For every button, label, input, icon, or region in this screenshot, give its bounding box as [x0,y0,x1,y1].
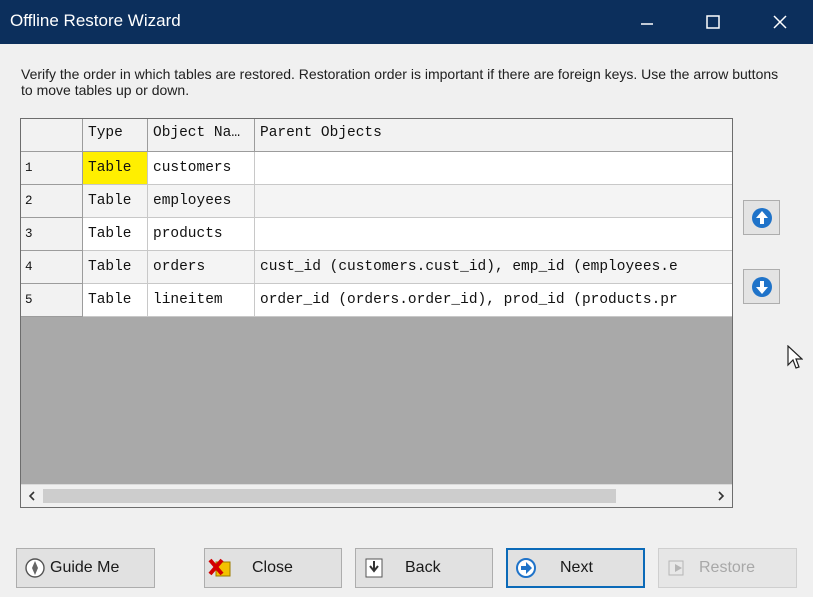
mouse-cursor-icon [787,344,804,376]
title-bar: Offline Restore Wizard [0,0,813,44]
object-name-cell[interactable]: products [148,218,255,251]
type-cell[interactable]: Table [83,251,148,284]
restore-label: Restore [699,559,756,576]
arrow-down-icon [751,276,772,297]
column-header-object-name[interactable]: Object Na… [148,119,255,152]
table-row[interactable]: 4 Table orders cust_id (customers.cust_i… [21,251,732,284]
close-label: Close [252,559,293,576]
close-wizard-icon [208,556,232,580]
table-row[interactable]: 1 Table customers [21,152,732,185]
object-name-cell[interactable]: orders [148,251,255,284]
close-button[interactable]: Close [204,548,342,588]
close-icon [773,15,787,29]
type-cell[interactable]: Table [83,185,148,218]
instructions-text: Verify the order in which tables are res… [21,66,779,98]
column-header-parent-objects[interactable]: Parent Objects [255,119,732,152]
window-title: Offline Restore Wizard [10,11,181,30]
back-icon [362,556,386,580]
restore-order-grid[interactable]: Type Object Na… Parent Objects 1 Table c… [20,118,733,508]
parent-objects-cell[interactable] [255,185,732,218]
row-number: 3 [21,218,83,251]
arrow-up-icon [751,207,772,228]
type-cell[interactable]: Table [83,218,148,251]
parent-objects-cell[interactable] [255,218,732,251]
object-name-cell[interactable]: lineitem [148,284,255,317]
row-number: 5 [21,284,83,317]
maximize-icon [706,15,720,29]
row-number: 1 [21,152,83,185]
chevron-right-icon [718,491,725,501]
minimize-button[interactable] [614,0,680,44]
parent-objects-cell[interactable]: cust_id (customers.cust_id), emp_id (emp… [255,251,732,284]
horizontal-scrollbar[interactable] [21,484,732,507]
table-row[interactable]: 5 Table lineitem order_id (orders.order_… [21,284,732,317]
scroll-left-button[interactable] [21,485,43,507]
next-icon [514,556,538,580]
back-button[interactable]: Back [355,548,493,588]
object-name-cell[interactable]: customers [148,152,255,185]
restore-icon [665,556,689,580]
chevron-left-icon [28,491,35,501]
restore-button[interactable]: Restore [658,548,797,588]
table-row[interactable]: 2 Table employees [21,185,732,218]
move-up-button[interactable] [743,200,780,235]
guide-icon [23,556,47,580]
close-window-button[interactable] [747,0,813,44]
column-header-type[interactable]: Type [83,119,148,152]
type-cell[interactable]: Table [83,284,148,317]
minimize-icon [641,23,653,25]
parent-objects-cell[interactable] [255,152,732,185]
grid-header-row: Type Object Na… Parent Objects [21,119,732,152]
scrollbar-thumb[interactable] [43,489,616,503]
row-number: 4 [21,251,83,284]
header-corner [21,119,83,152]
next-label: Next [560,559,593,576]
table-row[interactable]: 3 Table products [21,218,732,251]
maximize-button[interactable] [680,0,746,44]
object-name-cell[interactable]: employees [148,185,255,218]
guide-me-button[interactable]: Guide Me [16,548,155,588]
type-cell[interactable]: Table [83,152,148,185]
scroll-right-button[interactable] [710,485,732,507]
parent-objects-cell[interactable]: order_id (orders.order_id), prod_id (pro… [255,284,732,317]
back-label: Back [405,559,441,576]
next-button[interactable]: Next [506,548,645,588]
row-number: 2 [21,185,83,218]
guide-me-label: Guide Me [50,559,120,576]
move-down-button[interactable] [743,269,780,304]
